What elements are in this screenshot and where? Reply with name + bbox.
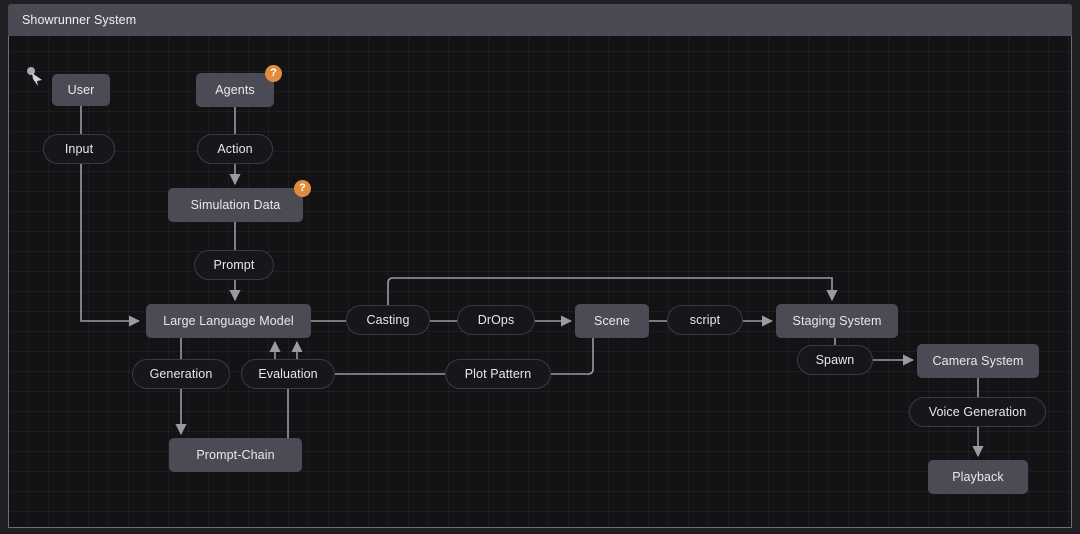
diagram-canvas[interactable]: User Agents? Input Action Simulation Data? Pr… <box>8 36 1072 528</box>
node-label: DrOps <box>477 313 515 327</box>
node-label: Action <box>217 142 253 156</box>
node-playback[interactable]: Playback <box>928 460 1028 494</box>
edge-casting-staging <box>387 277 838 305</box>
node-label: Agents <box>215 83 255 97</box>
node-user[interactable]: User <box>52 74 110 106</box>
diagram-window: Showrunner System User Agents ? Input Ac… <box>0 0 1080 534</box>
node-label: Casting <box>366 313 410 327</box>
node-label: script <box>689 313 721 327</box>
node-action[interactable]: Action <box>197 134 273 164</box>
node-simdata[interactable]: Simulation Data? <box>168 180 311 222</box>
node-script[interactable]: script <box>667 305 743 335</box>
node-plotpattern[interactable]: Plot Pattern <box>445 359 551 389</box>
node-spawn[interactable]: Spawn <box>797 345 873 375</box>
mouse-pointer-icon <box>27 67 42 86</box>
node-label: Large Language Model <box>163 314 294 328</box>
node-staging[interactable]: Staging System <box>776 304 898 338</box>
window-title: Showrunner System <box>22 13 137 27</box>
edge-input-llm <box>80 164 141 327</box>
node-label: Voice Generation <box>928 405 1027 419</box>
node-label: Spawn <box>815 353 855 367</box>
node-label: Camera System <box>932 354 1024 368</box>
node-label: Evaluation <box>258 367 318 381</box>
node-label: Staging System <box>792 314 882 328</box>
node-scene[interactable]: Scene <box>575 304 649 338</box>
node-label: User <box>67 83 95 97</box>
node-generation[interactable]: Generation <box>132 359 230 389</box>
node-drops[interactable]: DrOps <box>457 305 535 335</box>
node-casting[interactable]: Casting <box>346 305 430 335</box>
node-input[interactable]: Input <box>43 134 115 164</box>
node-label: Playback <box>952 470 1004 484</box>
help-badge-icon[interactable]: ? <box>294 180 311 197</box>
node-voicegen[interactable]: Voice Generation <box>909 397 1046 427</box>
node-agents[interactable]: Agents? <box>196 65 282 107</box>
node-label: Simulation Data <box>190 198 281 212</box>
edge-scene-plotpattern <box>551 338 594 375</box>
node-label: Scene <box>594 314 630 328</box>
help-badge-icon[interactable]: ? <box>265 65 282 82</box>
node-label: Prompt-Chain <box>196 448 275 462</box>
node-label: Generation <box>149 367 213 381</box>
node-evaluation[interactable]: Evaluation <box>241 359 335 389</box>
node-prompt[interactable]: Prompt <box>194 250 274 280</box>
node-label: Input <box>64 142 94 156</box>
window-titlebar: Showrunner System <box>8 4 1072 36</box>
node-llm[interactable]: Large Language Model <box>146 304 311 338</box>
node-label: Prompt <box>213 258 255 272</box>
node-camera[interactable]: Camera System <box>917 344 1039 378</box>
node-promptchain[interactable]: Prompt-Chain <box>169 438 302 472</box>
node-label: Plot Pattern <box>464 367 532 381</box>
